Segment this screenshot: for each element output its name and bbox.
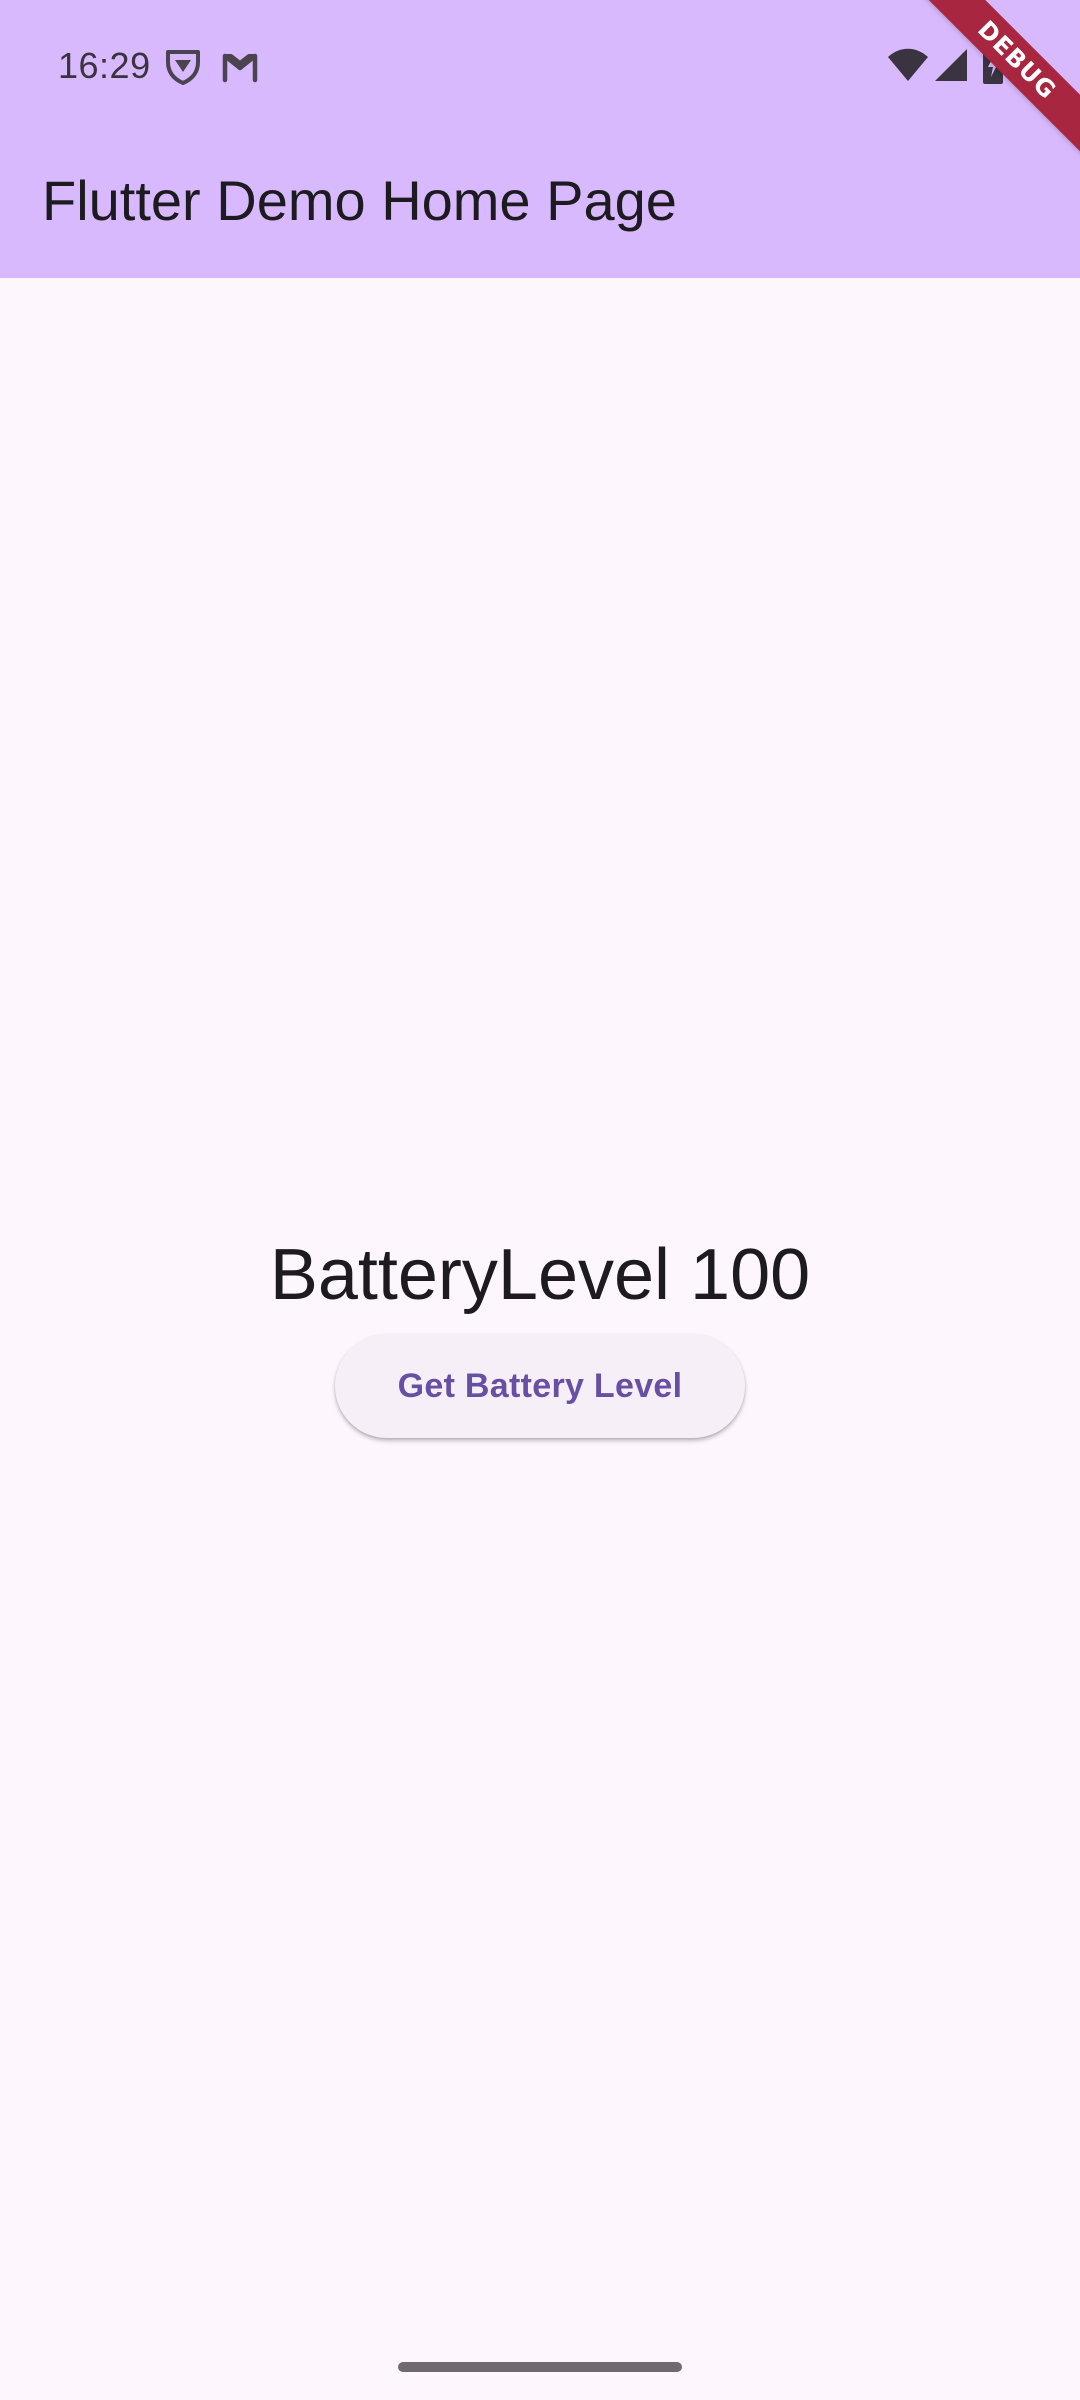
battery-content: BatteryLevel 100 <box>0 1230 1080 1320</box>
cellular-signal-icon <box>934 48 968 88</box>
status-bar: 16:29 <box>0 0 1080 132</box>
battery-level-text: BatteryLevel 100 <box>269 1235 811 1315</box>
status-time: 16:29 <box>58 45 151 86</box>
wifi-icon <box>886 48 930 88</box>
shield-notification-icon <box>164 46 202 86</box>
battery-charging-icon <box>982 44 1004 84</box>
screen: 16:29 Flutter Demo Home Page DEBUG Batte… <box>0 0 1080 2400</box>
get-battery-level-button[interactable]: Get Battery Level <box>335 1334 745 1438</box>
gmail-icon <box>220 46 260 86</box>
app-bar: 16:29 Flutter Demo Home Page <box>0 0 1080 278</box>
home-indicator[interactable] <box>398 2362 682 2372</box>
app-bar-title: Flutter Demo Home Page <box>42 169 677 232</box>
